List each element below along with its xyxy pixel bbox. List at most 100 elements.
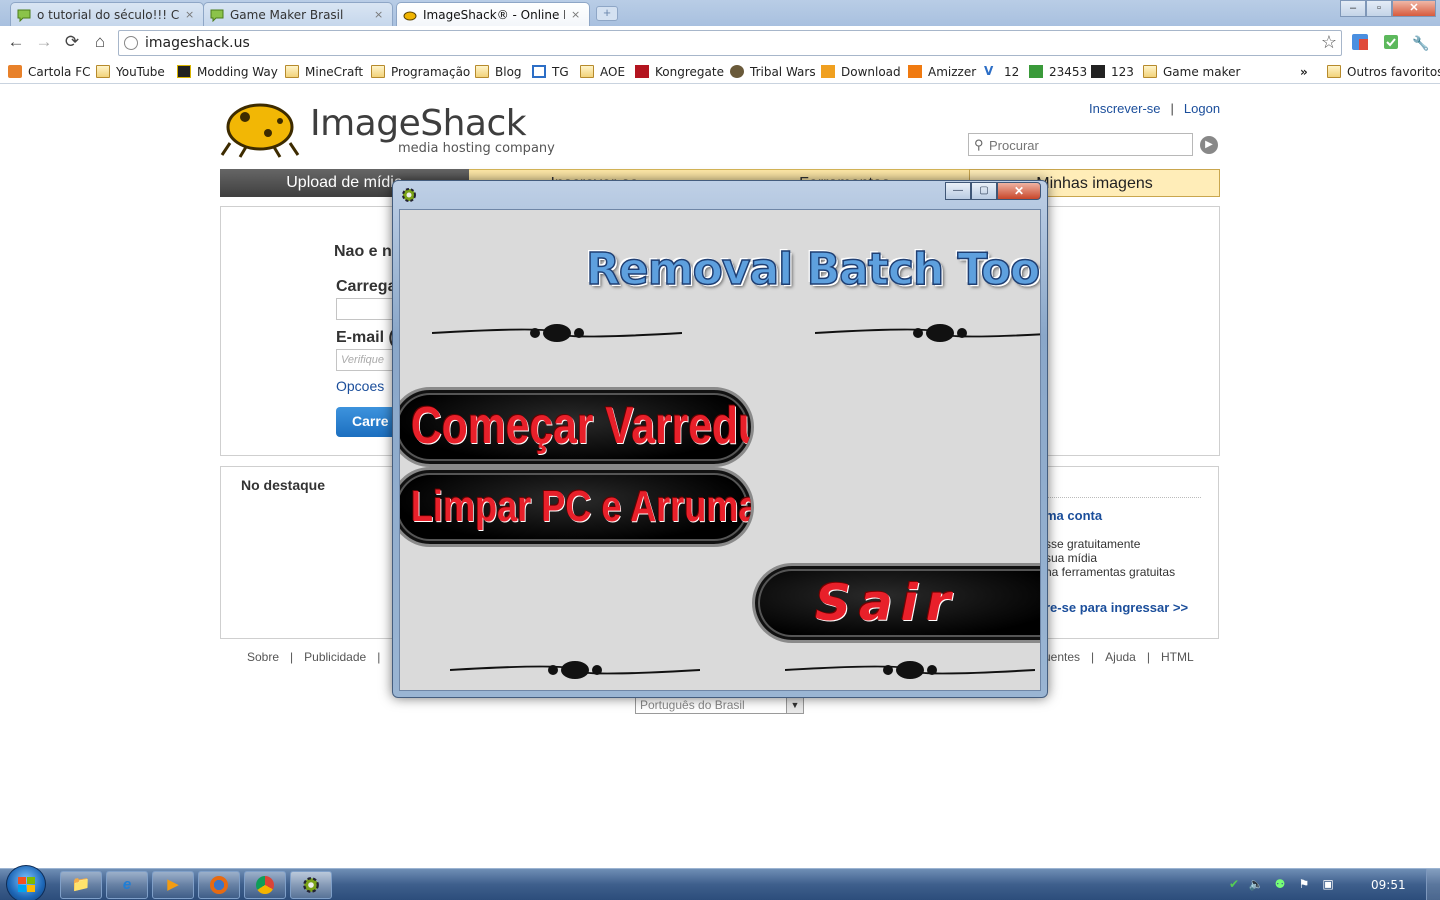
load-label: Carrega <box>336 278 397 295</box>
footer-link-help[interactable]: Ajuda <box>1105 650 1136 664</box>
other-bookmarks[interactable]: Outros favoritos <box>1327 62 1440 81</box>
game-maximize-button[interactable]: ▢ <box>971 182 997 200</box>
close-tab-icon[interactable]: × <box>374 8 386 21</box>
footer-link-html[interactable]: HTML <box>1161 650 1194 664</box>
create-account-title[interactable]: ma conta <box>1045 508 1102 523</box>
options-link[interactable]: Opcoes <box>336 378 384 394</box>
search-input[interactable] <box>989 136 1187 154</box>
bookmark-label: YouTube <box>116 64 165 79</box>
volume-icon[interactable]: 🔈 <box>1248 876 1264 892</box>
imageshack-logo[interactable]: ImageShack media hosting company <box>220 93 560 163</box>
back-arrow-icon[interactable]: ← <box>6 33 26 53</box>
benefit-item: sse gratuitamente <box>1045 537 1141 551</box>
game-minimize-button[interactable]: — <box>945 182 971 200</box>
show-desktop-button[interactable] <box>1426 869 1440 900</box>
bookmark-download[interactable]: Download <box>821 62 901 81</box>
link-separator: | <box>1170 101 1174 116</box>
cartola-icon <box>8 65 22 78</box>
media-player-taskbar-icon[interactable]: ▶ <box>152 871 194 899</box>
ornament-divider-icon <box>432 324 682 342</box>
bookmark-123[interactable]: 123 <box>1091 62 1134 81</box>
wrench-icon[interactable]: 🔧 <box>1411 33 1431 53</box>
bookmark-minecraft[interactable]: MineCraft <box>285 62 363 81</box>
extension-icon[interactable] <box>1381 33 1401 53</box>
ie-taskbar-icon[interactable]: e <box>106 871 148 899</box>
home-icon[interactable]: ⌂ <box>90 33 110 53</box>
bookmark-tribalwars[interactable]: Tribal Wars <box>730 62 816 81</box>
login-link[interactable]: Logon <box>1184 101 1220 116</box>
reload-icon[interactable]: ⟳ <box>62 33 82 53</box>
folder-icon <box>285 65 299 78</box>
close-tab-icon[interactable]: × <box>571 8 583 21</box>
tab-gamemaker[interactable]: Game Maker Brasil × <box>203 2 393 26</box>
language-select[interactable]: Português do Brasil ▼ <box>635 696 804 714</box>
footer-link-faq[interactable]: uentes <box>1044 650 1080 664</box>
maximize-button[interactable]: ▫ <box>1366 0 1392 17</box>
new-tab-button[interactable]: + <box>596 6 618 21</box>
bookmark-star-icon[interactable]: ☆ <box>1321 32 1337 53</box>
tg-icon <box>532 65 546 78</box>
bookmark-12[interactable]: V 12 <box>984 62 1019 81</box>
game-taskbar-icon[interactable] <box>290 871 332 899</box>
globe-icon <box>124 36 138 50</box>
footer-links-left: Sobre | Publicidade | <box>247 650 391 664</box>
network-icon[interactable]: ⚉ <box>1272 876 1288 892</box>
explorer-taskbar-icon[interactable]: 📁 <box>60 871 102 899</box>
s-icon <box>1029 65 1043 78</box>
footer-link-about[interactable]: Sobre <box>247 650 279 664</box>
taskbar-clock[interactable]: 09:51 <box>1371 878 1406 892</box>
signup-cta-link[interactable]: re-se para ingressar >> <box>1045 600 1205 615</box>
display-icon[interactable]: ▣ <box>1320 876 1336 892</box>
game-title-art: Removal Batch Tool <box>585 243 1041 296</box>
bookmark-cartola[interactable]: Cartola FC <box>8 62 91 81</box>
bookmark-23453[interactable]: 23453 <box>1029 62 1087 81</box>
minimize-button[interactable]: – <box>1340 0 1366 17</box>
address-bar[interactable]: imageshack.us ☆ <box>118 30 1342 56</box>
signup-link[interactable]: Inscrever-se <box>1089 101 1161 116</box>
exit-button[interactable]: Sair <box>752 563 1040 643</box>
translate-icon[interactable] <box>1350 33 1370 53</box>
folder-icon <box>371 65 385 78</box>
security-icon[interactable]: ✔ <box>1226 876 1242 892</box>
bookmark-blog[interactable]: Blog <box>475 62 522 81</box>
qv-icon <box>1091 65 1105 78</box>
bookmark-label: Modding Way <box>197 64 278 79</box>
bookmark-kongregate[interactable]: Kongregate <box>635 62 724 81</box>
ornament-divider-icon <box>785 661 1035 679</box>
logo-title: ImageShack <box>310 103 527 144</box>
divider <box>1045 497 1201 498</box>
tab-label: ImageShack® - Online P… <box>423 7 565 22</box>
bookmark-amizzer[interactable]: Amizzer <box>908 62 976 81</box>
url-text: imageshack.us <box>145 35 250 51</box>
bookmarks-bar: Cartola FC YouTube Modding Way MineCraft… <box>0 59 1440 84</box>
tab-imageshack[interactable]: ImageShack® - Online P… × <box>396 2 590 26</box>
start-button[interactable] <box>6 865 46 900</box>
bookmark-youtube[interactable]: YouTube <box>96 62 165 81</box>
more-bookmarks-chevron-icon[interactable]: » <box>1300 62 1308 81</box>
forward-arrow-icon[interactable]: → <box>34 33 54 53</box>
game-close-button[interactable]: ✕ <box>997 182 1041 200</box>
close-window-button[interactable]: ✕ <box>1392 0 1436 17</box>
footer-link-ads[interactable]: Publicidade <box>304 650 366 664</box>
chrome-taskbar-icon[interactable] <box>244 871 286 899</box>
firefox-taskbar-icon[interactable] <box>198 871 240 899</box>
bookmark-programacao[interactable]: Programação <box>371 62 470 81</box>
bookmark-aoe[interactable]: AOE <box>580 62 625 81</box>
bookmark-gamemaker[interactable]: Game maker <box>1143 62 1240 81</box>
bookmark-tg[interactable]: TG <box>532 62 569 81</box>
folder-icon <box>475 65 489 78</box>
upload-notice: Nao e n <box>334 243 392 260</box>
tab-tutorial[interactable]: o tutorial do século!!! CO… × <box>10 2 204 26</box>
close-tab-icon[interactable]: × <box>185 8 197 21</box>
start-scan-button[interactable]: Começar Varredura <box>400 387 754 467</box>
bookmark-label: Game maker <box>1163 64 1241 79</box>
action-center-flag-icon[interactable]: ⚑ <box>1296 876 1312 892</box>
ornament-divider-icon <box>815 324 1040 342</box>
logo-subtitle: media hosting company <box>398 141 555 156</box>
bookmark-label: Kongregate <box>655 64 724 79</box>
bookmark-moddingway[interactable]: Modding Way <box>177 62 278 81</box>
search-go-button[interactable]: ▶ <box>1200 136 1218 154</box>
folder-icon <box>96 65 110 78</box>
clean-pc-button[interactable]: Limpar PC e Arrumar Erros <box>400 467 754 547</box>
email-label: E-mail ( <box>336 329 394 346</box>
